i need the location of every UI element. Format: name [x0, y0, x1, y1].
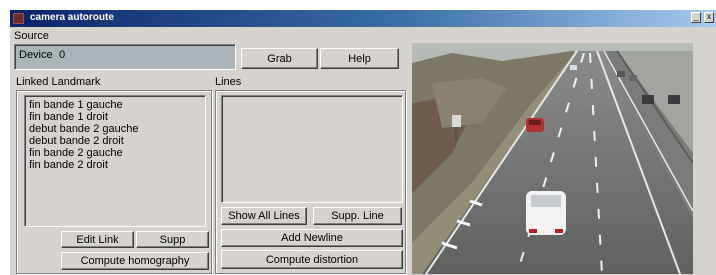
list-item[interactable]: debut bande 2 gauche — [25, 123, 205, 135]
minimize-button[interactable]: _ — [691, 12, 701, 23]
close-button[interactable]: x — [704, 12, 714, 23]
camera-autoroute-window: camera autoroute _ x Source Device 0 Gra… — [10, 10, 716, 275]
compute-distortion-button[interactable]: Compute distortion — [221, 250, 403, 269]
list-item[interactable]: fin bande 2 gauche — [25, 147, 205, 159]
help-button[interactable]: Help — [320, 48, 399, 69]
source-label: Source — [14, 30, 49, 42]
supp-button[interactable]: Supp — [136, 231, 209, 248]
edit-link-button[interactable]: Edit Link — [61, 231, 134, 248]
show-all-lines-button[interactable]: Show All Lines — [221, 207, 307, 225]
list-item[interactable]: fin bande 2 droit — [25, 159, 205, 171]
grab-button[interactable]: Grab — [241, 48, 318, 69]
linked-landmark-list[interactable]: fin bande 1 gauche fin bande 1 droit deb… — [24, 95, 206, 227]
device-label: Device — [19, 49, 53, 61]
list-item[interactable]: fin bande 1 droit — [25, 111, 205, 123]
linked-landmark-label: Linked Landmark — [16, 76, 101, 88]
window-title: camera autoroute — [30, 12, 114, 23]
add-newline-button[interactable]: Add Newline — [221, 229, 403, 247]
lines-label: Lines — [215, 76, 242, 88]
camera-view[interactable] — [412, 43, 693, 274]
app-icon — [13, 13, 24, 24]
compute-homography-button[interactable]: Compute homography — [61, 252, 209, 270]
device-value[interactable]: 0 — [59, 49, 65, 61]
highway-scene — [412, 43, 693, 274]
device-field[interactable]: Device 0 — [14, 44, 236, 70]
linked-landmark-items: fin bande 1 gauche fin bande 1 droit deb… — [25, 96, 205, 171]
lines-list[interactable] — [221, 95, 403, 203]
list-item[interactable]: debut bande 2 droit — [25, 135, 205, 147]
title-bar[interactable]: camera autoroute _ x — [10, 10, 716, 27]
list-item[interactable]: fin bande 1 gauche — [25, 99, 205, 111]
supp-line-button[interactable]: Supp. Line — [313, 207, 402, 225]
